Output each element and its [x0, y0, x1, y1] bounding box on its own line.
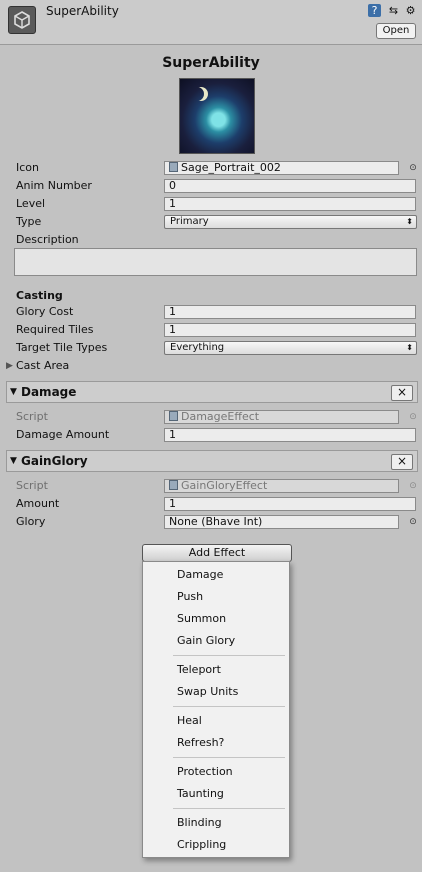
help-book-icon[interactable]: ?: [368, 4, 381, 17]
icon-field[interactable]: Sage_Portrait_002: [164, 161, 399, 175]
amount-label: Amount: [16, 497, 60, 510]
type-dropdown[interactable]: Primary ⬍: [164, 215, 417, 229]
required-tiles-label: Required Tiles: [16, 323, 94, 336]
gain-glory-script-value: GainGloryEffect: [181, 479, 268, 492]
damage-amount-field[interactable]: 1: [164, 428, 416, 442]
asset-name-heading: SuperAbility: [162, 55, 260, 71]
casting-heading: Casting: [16, 289, 63, 302]
portrait-image: [179, 78, 255, 154]
menu-item-push[interactable]: Push: [177, 590, 203, 603]
menu-item-damage[interactable]: Damage: [177, 568, 223, 581]
anim-number-label: Anim Number: [16, 179, 92, 192]
level-label: Level: [16, 197, 46, 210]
target-tile-types-value: Everything: [170, 342, 225, 353]
foldout-arrow-icon[interactable]: ▼: [10, 387, 17, 397]
gear-icon[interactable]: ⚙: [404, 4, 417, 17]
damage-amount-label: Damage Amount: [16, 428, 110, 441]
menu-item-swap-units[interactable]: Swap Units: [177, 685, 238, 698]
menu-item-taunting[interactable]: Taunting: [177, 787, 224, 800]
description-label: Description: [16, 233, 79, 246]
damage-script-field: DamageEffect: [164, 410, 399, 424]
sprite-icon: [169, 162, 178, 172]
gain-glory-script-field: GainGloryEffect: [164, 479, 399, 493]
foldout-arrow-icon[interactable]: ▶: [6, 361, 13, 371]
unity-logo-icon: [8, 6, 36, 34]
menu-item-protection[interactable]: Protection: [177, 765, 233, 778]
icon-label: Icon: [16, 161, 39, 174]
target-tile-types-dropdown[interactable]: Everything ⬍: [164, 341, 417, 355]
close-icon[interactable]: ×: [391, 385, 413, 401]
menu-item-refresh[interactable]: Refresh?: [177, 736, 224, 749]
menu-item-heal[interactable]: Heal: [177, 714, 202, 727]
gain-glory-effect-title: GainGlory: [21, 454, 88, 468]
target-tile-types-label: Target Tile Types: [16, 341, 108, 354]
damage-effect-header[interactable]: ▼ Damage ×: [6, 381, 418, 403]
menu-separator: [173, 757, 285, 758]
gain-glory-script-label: Script: [16, 479, 48, 492]
damage-script-value: DamageEffect: [181, 410, 260, 423]
glory-field[interactable]: None (Bhave Int): [164, 515, 399, 529]
menu-separator: [173, 706, 285, 707]
required-tiles-field[interactable]: 1: [164, 323, 416, 337]
foldout-arrow-icon[interactable]: ▼: [10, 456, 17, 466]
add-effect-button[interactable]: Add Effect: [142, 544, 292, 562]
damage-script-label: Script: [16, 410, 48, 423]
gain-glory-effect-header[interactable]: ▼ GainGlory ×: [6, 450, 418, 472]
menu-item-summon[interactable]: Summon: [177, 612, 226, 625]
menu-item-crippling[interactable]: Crippling: [177, 838, 226, 851]
menu-separator: [173, 808, 285, 809]
settings-sliders-icon[interactable]: ⇆: [387, 4, 400, 17]
glory-label: Glory: [16, 515, 46, 528]
script-icon: [169, 480, 178, 490]
add-effect-menu: Damage Push Summon Gain Glory Teleport S…: [142, 561, 290, 858]
icon-field-value: Sage_Portrait_002: [181, 161, 281, 174]
object-picker-icon[interactable]: ⊙: [408, 163, 418, 173]
damage-effect-title: Damage: [21, 385, 77, 399]
dropdown-arrow-icon: ⬍: [406, 217, 413, 226]
anim-number-field[interactable]: 0: [164, 179, 416, 193]
level-field[interactable]: 1: [164, 197, 416, 211]
close-icon[interactable]: ×: [391, 454, 413, 470]
object-picker-icon[interactable]: ⊙: [408, 517, 418, 527]
menu-item-blinding[interactable]: Blinding: [177, 816, 222, 829]
glory-cost-field[interactable]: 1: [164, 305, 416, 319]
menu-item-teleport[interactable]: Teleport: [177, 663, 221, 676]
asset-title: SuperAbility: [46, 4, 119, 18]
menu-item-gain-glory[interactable]: Gain Glory: [177, 634, 235, 647]
cast-area-foldout[interactable]: Cast Area: [16, 359, 69, 372]
dropdown-arrow-icon: ⬍: [406, 343, 413, 352]
type-label: Type: [16, 215, 42, 228]
script-icon: [169, 411, 178, 421]
glory-cost-label: Glory Cost: [16, 305, 74, 318]
description-textarea[interactable]: [14, 248, 417, 276]
menu-separator: [173, 655, 285, 656]
object-picker-icon: ⊙: [409, 481, 417, 491]
amount-field[interactable]: 1: [164, 497, 416, 511]
open-button[interactable]: Open: [376, 23, 416, 39]
type-dropdown-value: Primary: [170, 216, 209, 227]
object-picker-icon: ⊙: [409, 412, 417, 422]
